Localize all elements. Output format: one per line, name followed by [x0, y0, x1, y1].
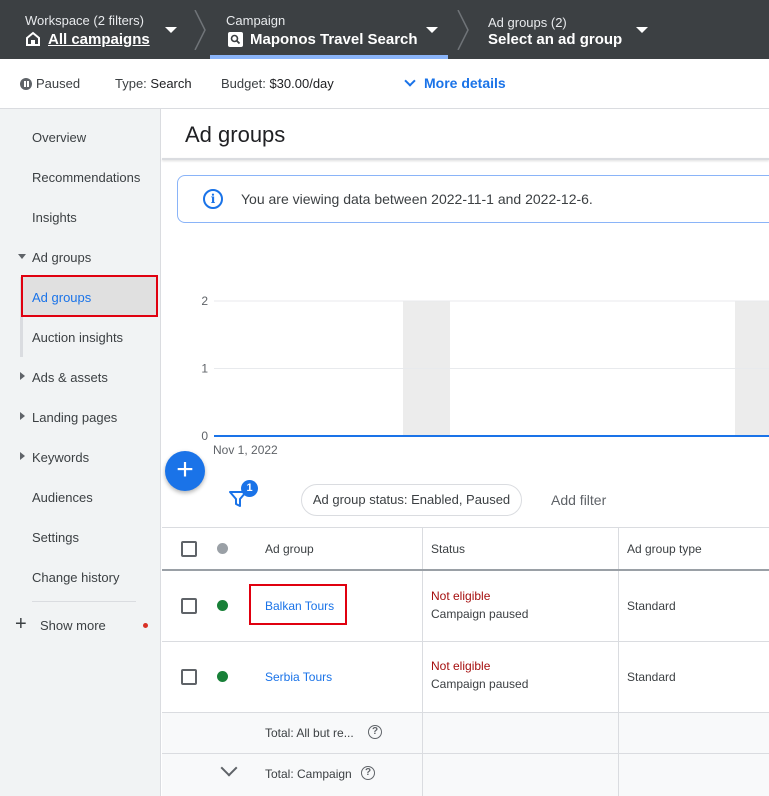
breadcrumb-workspace[interactable]: Workspace (2 filters) All campaigns [25, 0, 195, 59]
plus-icon: + [15, 613, 27, 635]
more-details-button[interactable]: More details [404, 75, 506, 91]
total-row-background [162, 713, 769, 753]
row-status-detail: Campaign paused [431, 607, 529, 621]
info-banner: i You are viewing data between 2022-11-1… [177, 175, 769, 223]
expand-down-icon[interactable] [18, 254, 26, 259]
breadcrumb-workspace-label: All campaigns [48, 31, 150, 48]
breadcrumb-ad-groups-label: Select an ad group [488, 31, 623, 48]
expand-right-icon[interactable] [20, 452, 25, 460]
campaign-type: Type: Search [115, 76, 192, 91]
sidebar: Overview Recommendations Insights Ad gro… [0, 109, 161, 796]
column-header-ad-group[interactable]: Ad group [265, 542, 314, 556]
row-ad-group-type: Standard [627, 599, 676, 613]
x-tick-label: Nov 1, 2022 [213, 443, 278, 457]
title-divider [162, 158, 769, 160]
chevron-down-icon [404, 75, 416, 87]
campaign-type-value: Search [150, 76, 192, 91]
column-header-status[interactable]: Status [431, 542, 465, 556]
filter-chip-ad-group-status[interactable]: Ad group status: Enabled, Paused [301, 484, 522, 516]
sidebar-show-more[interactable]: Show more [40, 618, 106, 633]
sidebar-item-audiences[interactable]: Audiences [32, 490, 93, 505]
sidebar-item-ads-assets[interactable]: Ads & assets [32, 370, 108, 385]
info-icon: i [203, 189, 223, 209]
row-checkbox[interactable] [181, 598, 197, 614]
row-status[interactable]: Not eligible [431, 589, 490, 603]
y-tick-label: 0 [201, 429, 208, 443]
campaign-status: Paused [36, 76, 81, 91]
row-status[interactable]: Not eligible [431, 659, 490, 673]
help-icon[interactable]: ? [368, 725, 382, 739]
sidebar-item-insights[interactable]: Insights [32, 210, 77, 225]
sidebar-item-settings[interactable]: Settings [32, 530, 79, 545]
campaign-budget-value: $30.00/day [269, 76, 334, 91]
breadcrumb-ad-groups[interactable]: Ad groups (2) Select an ad group [488, 0, 658, 59]
notification-dot [143, 623, 148, 628]
ad-group-link[interactable]: Serbia Tours [265, 670, 332, 684]
search-campaign-icon [228, 32, 243, 47]
sidebar-item-ad-groups-section[interactable]: Ad groups [32, 250, 91, 265]
y-tick-label: 1 [201, 362, 208, 376]
performance-chart: 2 1 0 Nov 1, 2022 [201, 294, 769, 457]
top-navigation-bar: Workspace (2 filters) All campaigns Camp… [0, 0, 769, 59]
total-campaign-label: Total: Campaign [265, 767, 352, 781]
page-title: Ad groups [185, 122, 286, 147]
help-icon[interactable]: ? [361, 766, 375, 780]
sidebar-item-recommendations[interactable]: Recommendations [32, 170, 140, 185]
select-all-checkbox[interactable] [181, 541, 197, 557]
add-filter-button[interactable]: Add filter [551, 492, 606, 508]
chevron-down-icon [165, 27, 177, 33]
table-header-border [162, 569, 769, 571]
home-icon [26, 31, 40, 46]
sidebar-item-auction-insights[interactable]: Auction insights [32, 330, 123, 345]
sidebar-item-overview[interactable]: Overview [32, 130, 86, 145]
enabled-status-dot [217, 671, 228, 682]
enabled-status-dot [217, 600, 228, 611]
add-ad-group-button[interactable]: + [165, 451, 205, 491]
expand-right-icon[interactable] [20, 372, 25, 380]
table-top-border [162, 527, 769, 528]
chevron-down-icon [636, 27, 648, 33]
breadcrumb-separator-icon [457, 10, 469, 50]
breadcrumb-campaign-sub: Campaign [226, 13, 286, 28]
sidebar-item-landing-pages[interactable]: Landing pages [32, 410, 117, 425]
status-column-dot[interactable] [217, 543, 228, 554]
breadcrumb-campaign-label: Maponos Travel Search [250, 31, 418, 48]
column-divider [618, 713, 619, 796]
campaign-budget: Budget: $30.00/day [221, 76, 334, 91]
row-status-detail: Campaign paused [431, 677, 529, 691]
breadcrumb-campaign[interactable]: Campaign Maponos Travel Search [226, 0, 446, 59]
row-ad-group-type: Standard [627, 670, 676, 684]
campaign-budget-label: Budget: [221, 76, 266, 91]
sidebar-item-change-history[interactable]: Change history [32, 570, 119, 585]
column-header-ad-group-type[interactable]: Ad group type [627, 542, 702, 556]
campaign-status-bar: Paused Type: Search Budget: $30.00/day M… [0, 59, 769, 109]
chevron-down-icon [426, 27, 438, 33]
expand-right-icon[interactable] [20, 412, 25, 420]
breadcrumb-separator-icon [194, 10, 206, 50]
info-banner-text: You are viewing data between 2022-11-1 a… [241, 191, 593, 207]
total-row-label: Total: All but re... [265, 726, 354, 740]
highlight-box-sidebar [21, 275, 158, 317]
highlight-box-row [249, 584, 347, 625]
total-row-background [162, 754, 769, 796]
y-tick-label: 2 [201, 294, 208, 308]
pause-icon [20, 78, 32, 90]
row-checkbox[interactable] [181, 669, 197, 685]
campaign-type-label: Type: [115, 76, 147, 91]
row-divider [162, 641, 769, 642]
sidebar-divider [32, 601, 136, 602]
sidebar-item-keywords[interactable]: Keywords [32, 450, 89, 465]
filter-count-badge: 1 [241, 480, 258, 497]
column-divider [422, 713, 423, 796]
more-details-label: More details [424, 75, 506, 91]
breadcrumb-workspace-sub: Workspace (2 filters) [25, 13, 144, 28]
breadcrumb-ad-groups-sub: Ad groups (2) [488, 15, 567, 30]
